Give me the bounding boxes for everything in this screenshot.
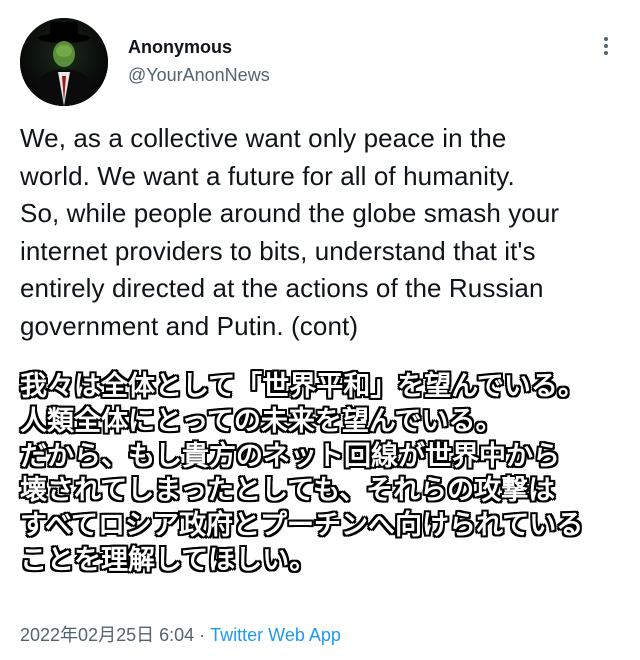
meta-separator: · bbox=[199, 625, 206, 645]
caption-line: ことを理解してほしい。 bbox=[20, 544, 317, 576]
more-vertical-icon bbox=[604, 37, 608, 55]
author-info: Anonymous @YourAnonNews bbox=[128, 36, 270, 86]
caption-line: すべてロシア政府とプーチンへ向けられている bbox=[20, 510, 584, 542]
tweet-timestamp[interactable]: 2022年02月25日 6:04 bbox=[20, 625, 194, 645]
caption-line: だから、もし貴方のネット回線が世界中から bbox=[20, 440, 560, 472]
caption-line: 壊されてしまったとしても、それらの攻撃は bbox=[20, 475, 556, 507]
author-handle[interactable]: @YourAnonNews bbox=[128, 64, 270, 86]
caption-line: 我々は全体として「世界平和」を望んでいる。 bbox=[20, 371, 585, 402]
anonymous-mask-icon bbox=[20, 18, 108, 106]
tweet-text: We, as a collective want only peace in t… bbox=[20, 123, 560, 341]
tweet-meta: 2022年02月25日 6:04 · Twitter Web App bbox=[20, 624, 341, 646]
tweet: Anonymous @YourAnonNews We, as a collect… bbox=[0, 0, 640, 660]
tweet-source-link[interactable]: Twitter Web App bbox=[210, 625, 341, 645]
author-display-name[interactable]: Anonymous bbox=[128, 36, 270, 58]
more-options-button[interactable] bbox=[596, 36, 616, 56]
author-avatar[interactable] bbox=[20, 18, 108, 106]
tweet-image-caption: 我々は全体として「世界平和」を望んでいる。 人類全体にとっての未来を望んでいる。… bbox=[20, 370, 620, 579]
caption-line: 人類全体にとっての未来を望んでいる。 bbox=[20, 405, 503, 437]
